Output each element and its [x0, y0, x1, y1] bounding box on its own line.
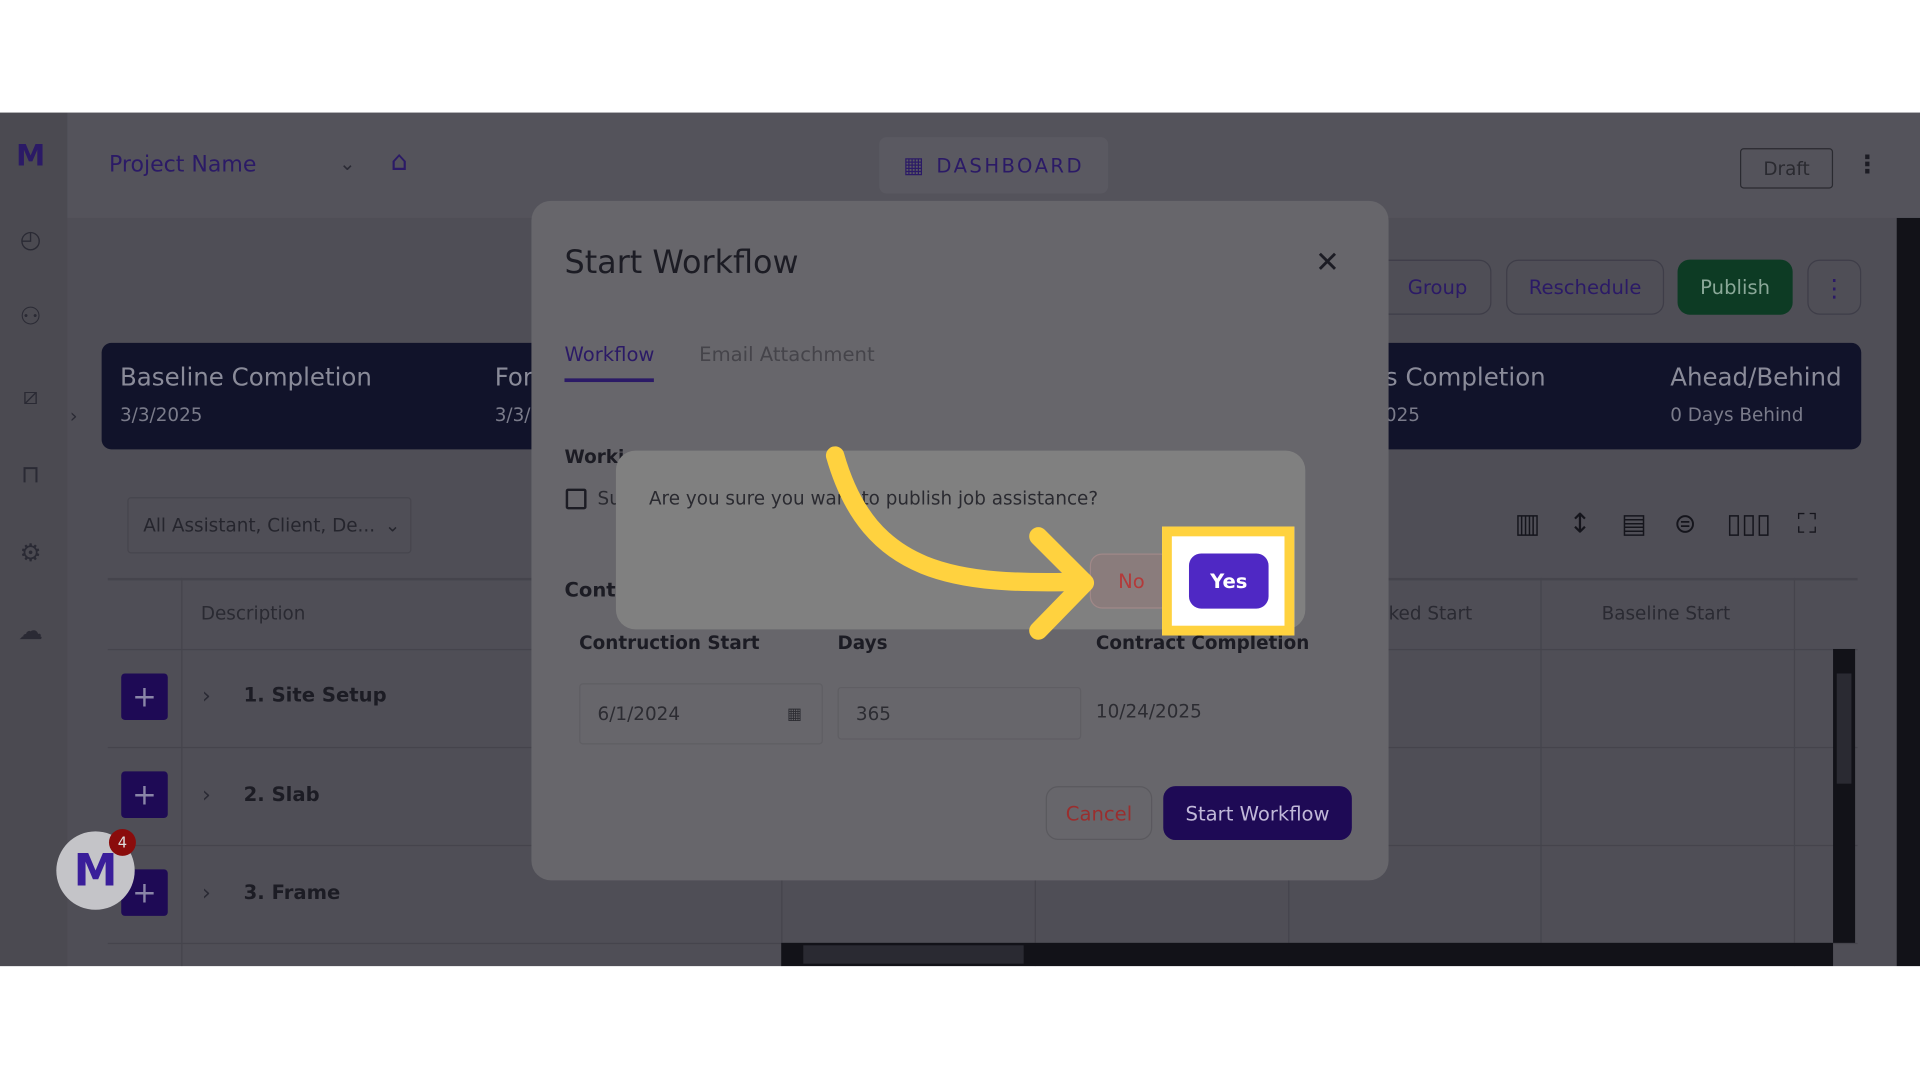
screen: M ◴ ⚇ ⧄ ⊓ ⚙ ☁ › Project Name ⌄ ⌂ ▦ DASHB… [0, 0, 1920, 1080]
annotation-arrow [825, 446, 1095, 640]
